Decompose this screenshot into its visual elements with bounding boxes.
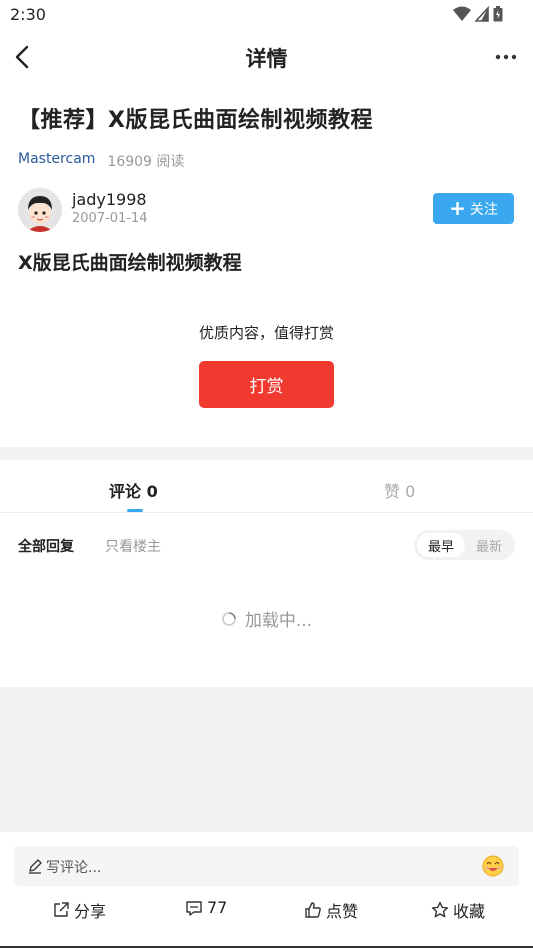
author-name[interactable]: jady1998 [72, 190, 147, 209]
pencil-icon [29, 859, 42, 874]
article-meta: Mastercam 16909 阅读 [18, 151, 184, 171]
post-date: 2007-01-14 [72, 211, 148, 226]
avatar[interactable] [18, 188, 62, 232]
sort-latest-button[interactable]: 最新 [467, 533, 511, 557]
favorite-button[interactable]: 收藏 [431, 898, 485, 922]
spinner-icon [222, 611, 236, 626]
article-content: X版昆氏曲面绘制视频教程 [18, 252, 242, 274]
tab-likes[interactable]: 赞 0 [384, 478, 415, 502]
reward-button[interactable]: 打赏 [199, 361, 334, 408]
forum-link[interactable]: Mastercam [18, 151, 95, 171]
follow-label: 关注 [469, 201, 498, 218]
status-time: 2:30 [10, 5, 46, 24]
article-title: 【推荐】X版昆氏曲面绘制视频教程 [18, 108, 373, 133]
signal-icon [475, 6, 489, 22]
status-bar: 2:30 [0, 0, 533, 30]
page-title: 详情 [245, 47, 288, 71]
view-count: 16909 阅读 [107, 154, 185, 170]
reward-prompt: 优质内容，值得打赏 [198, 324, 334, 342]
filter-op-only[interactable]: 只看楼主 [105, 536, 161, 556]
wifi-icon [453, 6, 471, 21]
comment-tabs: 评论 0 赞 0 [0, 460, 533, 513]
author-row: jady1998 2007-01-14 + 关注 [18, 188, 514, 234]
active-tab-indicator [127, 509, 143, 512]
action-bar: 分享 77 点赞 收藏 [0, 898, 533, 922]
more-options-icon[interactable] [495, 54, 517, 60]
loading-text: 加载中... [244, 611, 313, 631]
bottom-bar: 写评论... 分享 77 点赞 收藏 [0, 832, 533, 948]
filter-all-replies[interactable]: 全部回复 [18, 536, 74, 556]
emoji-icon[interactable] [482, 855, 504, 877]
thumbs-up-icon [305, 902, 321, 918]
section-divider [0, 447, 533, 460]
comment-input[interactable]: 写评论... [14, 846, 519, 886]
like-button[interactable]: 点赞 [304, 898, 358, 922]
comments-button[interactable]: 77 [185, 898, 227, 917]
avatar-image [18, 188, 62, 232]
battery-icon [493, 6, 503, 22]
follow-button[interactable]: + 关注 [433, 193, 514, 224]
tab-comments[interactable]: 评论 0 [109, 478, 158, 502]
comment-placeholder: 写评论... [46, 860, 102, 876]
favorite-label: 收藏 [453, 902, 486, 921]
star-icon [431, 901, 449, 918]
sort-toggle: 最早 最新 [414, 530, 515, 560]
status-icons [453, 6, 503, 22]
nav-bar: 详情 [0, 30, 533, 84]
sort-earliest-button[interactable]: 最早 [417, 533, 465, 557]
comment-icon [186, 900, 202, 916]
like-label: 点赞 [326, 902, 359, 921]
comment-count: 77 [207, 898, 228, 917]
share-label: 分享 [74, 902, 107, 921]
share-button[interactable]: 分享 [52, 898, 106, 922]
empty-area [0, 687, 533, 832]
share-icon [54, 902, 69, 917]
loading-indicator: 加载中... [0, 606, 533, 631]
comment-filter-row: 全部回复 只看楼主 最早 最新 [0, 529, 533, 561]
plus-icon: + [449, 195, 466, 220]
